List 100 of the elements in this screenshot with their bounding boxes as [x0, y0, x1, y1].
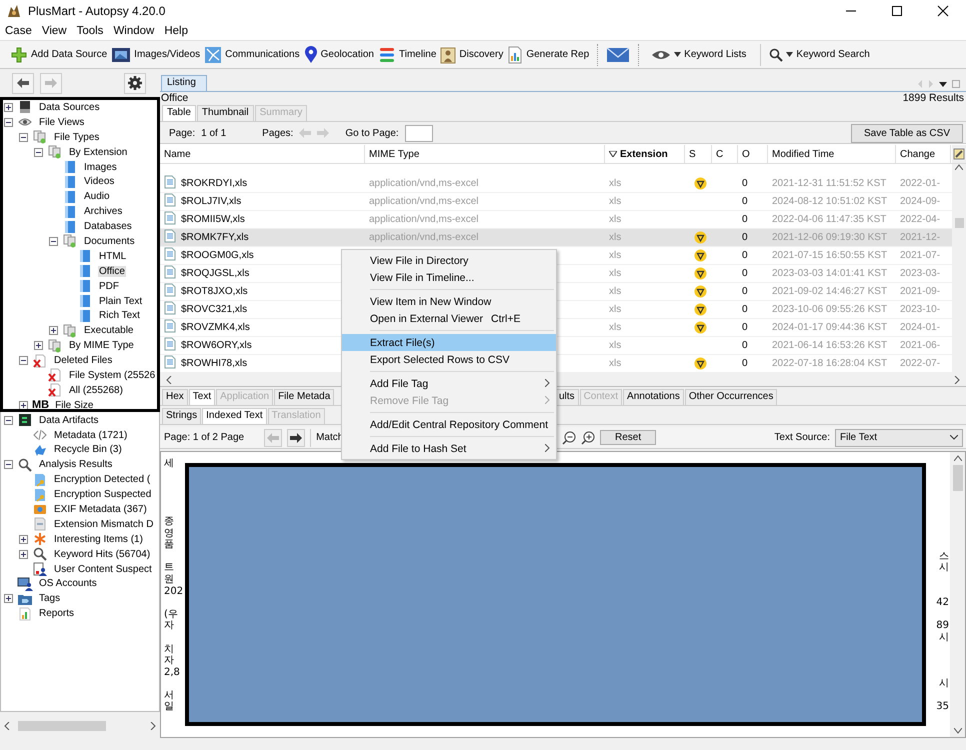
tree-item[interactable]: Executable — [83, 325, 134, 336]
page-input[interactable] — [404, 124, 433, 142]
expand-toggle[interactable] — [34, 341, 43, 350]
expand-toggle[interactable] — [19, 132, 28, 142]
toolbar-button[interactable]: Timeline — [376, 42, 438, 66]
zoom-in-icon[interactable] — [581, 430, 595, 444]
tab[interactable]: Thumbnail — [196, 105, 254, 121]
expand-toggle[interactable] — [19, 356, 28, 366]
tab[interactable]: Other Occurrences — [684, 389, 778, 405]
menu-item[interactable]: Export Selected Rows to CSV — [342, 351, 556, 368]
menu-item[interactable]: Open in External Viewer Ctrl+E — [342, 310, 556, 327]
column-header[interactable]: Change — [896, 145, 951, 163]
tree-item[interactable]: Plain Text — [98, 296, 144, 307]
toolbar-button[interactable]: Generate Rep — [505, 42, 592, 66]
tree-item[interactable]: Recycle Bin (3) — [53, 444, 123, 456]
tab[interactable]: Table — [162, 105, 196, 121]
expand-toggle[interactable] — [49, 326, 58, 336]
tree-item[interactable]: PDF — [98, 280, 120, 292]
tree-item[interactable]: Encryption Suspected — [53, 489, 152, 500]
tab[interactable]: Indexed Text — [202, 408, 267, 424]
tree-item[interactable]: Tags — [38, 593, 62, 604]
expand-toggle[interactable] — [4, 594, 13, 604]
next-page-button[interactable] — [287, 428, 306, 446]
expand-toggle[interactable] — [4, 460, 13, 470]
tree-item[interactable]: Videos — [83, 176, 116, 188]
toolbar-button[interactable]: Keyword Lists — [649, 42, 748, 66]
tree-item[interactable]: User Content Suspect — [53, 564, 153, 575]
toolbar-button[interactable]: Add Data Source — [8, 42, 110, 66]
menu-item[interactable]: View File in Directory — [342, 252, 556, 269]
table-row[interactable]: $ROLJ7IV,xls application/vnd,ms-excel xls 0 2024-08-12 10:51:02 KST 2024-09- — [160, 193, 952, 211]
tree-item[interactable]: Encryption Detected ( — [53, 474, 152, 486]
tab[interactable]: File Metada — [274, 389, 334, 405]
tab[interactable]: Hex — [162, 389, 188, 405]
column-chooser-icon[interactable] — [953, 148, 965, 160]
menu-item[interactable]: Tools — [72, 25, 108, 37]
tree-item[interactable]: Analysis Results — [38, 459, 114, 470]
tree-item[interactable]: File Size — [54, 400, 94, 411]
menu-item[interactable]: View File in Timeline... — [342, 269, 556, 286]
menu-item[interactable]: Case — [0, 25, 37, 37]
tree-item[interactable]: Data Artifacts — [38, 414, 100, 426]
tree-item[interactable]: Data Sources — [38, 102, 101, 113]
toolbar-button[interactable]: Geolocation — [302, 42, 376, 66]
column-header[interactable]: MIME Type — [365, 145, 605, 163]
tree-item[interactable]: Databases — [83, 221, 133, 232]
tree-item[interactable]: Interesting Items (1) — [53, 534, 144, 545]
tree-item[interactable]: Reports — [38, 608, 76, 620]
scroll-thumb[interactable] — [954, 218, 964, 228]
scroll-thumb[interactable] — [952, 465, 962, 491]
tree-item[interactable]: Keyword Hits (56704) — [53, 548, 152, 560]
expand-toggle[interactable] — [34, 148, 43, 157]
maximize-button[interactable] — [891, 5, 903, 17]
back-button[interactable] — [12, 72, 34, 94]
tree-item[interactable]: All (255268) — [68, 384, 124, 396]
tree-item[interactable]: Office — [98, 266, 126, 277]
tree-item[interactable]: HTML — [98, 250, 128, 262]
menu-item[interactable]: Help — [159, 25, 193, 37]
toolbar-button[interactable]: Keyword Search — [767, 42, 872, 66]
menu-item[interactable]: View — [36, 25, 72, 37]
tab[interactable]: Text — [188, 389, 216, 405]
tree-item[interactable]: Images — [83, 162, 118, 172]
tree-item[interactable]: Metadata (1721) — [53, 430, 128, 441]
tree-item[interactable]: File Types — [53, 132, 100, 143]
tree-item[interactable]: File Views — [38, 116, 86, 128]
column-header[interactable]: Name — [160, 145, 365, 163]
table-row[interactable]: $ROKRDYI,xls application/vnd,ms-excel xls 0 2021-12-31 11:51:52 KST 2022-01- — [160, 175, 952, 193]
tab[interactable]: ults — [555, 389, 579, 405]
tree-item[interactable]: Audio — [83, 191, 111, 202]
column-header[interactable]: Extension — [605, 145, 685, 163]
expand-toggle[interactable] — [4, 118, 13, 127]
zoom-out-icon[interactable] — [562, 430, 576, 444]
expand-toggle[interactable] — [49, 236, 58, 246]
toolbar-button[interactable]: Images/Videos — [109, 42, 202, 66]
settings-button[interactable] — [124, 72, 146, 94]
toolbar-button[interactable]: Discovery — [438, 42, 506, 66]
tree-item[interactable]: OS Accounts — [38, 578, 98, 590]
text-source-dropdown[interactable]: File Text — [835, 428, 963, 446]
expand-toggle[interactable] — [19, 534, 28, 544]
tree-item[interactable]: File System (25526 — [68, 370, 156, 381]
expand-toggle[interactable] — [4, 102, 13, 112]
tree-item[interactable]: Extension Mismatch D — [53, 518, 154, 530]
menu-item[interactable]: View Item in New Window — [342, 293, 556, 310]
menu-item[interactable]: Add File Tag — [342, 375, 556, 392]
table-row[interactable]: $ROMK7FY,xls application/vnd,ms-excel xls 0 2021-12-06 09:19:30 KST 2021-12- — [160, 229, 952, 247]
tab[interactable]: Strings — [162, 408, 202, 424]
column-header[interactable]: C — [712, 145, 738, 163]
menu-item[interactable]: Extract File(s) — [342, 334, 556, 351]
reset-button[interactable]: Reset — [600, 430, 656, 445]
column-header[interactable]: O — [738, 145, 768, 163]
menu-item[interactable]: Window — [108, 25, 160, 37]
close-button[interactable] — [937, 5, 949, 17]
menu-item[interactable]: Add File to Hash Set — [342, 440, 556, 457]
tree-item[interactable]: EXIF Metadata (367) — [53, 504, 148, 515]
toolbar-button[interactable]: Communications — [202, 42, 302, 66]
tree-item[interactable]: Documents — [83, 236, 136, 247]
vertical-scrollbar[interactable] — [950, 452, 965, 737]
vertical-scrollbar[interactable] — [952, 164, 966, 373]
tree-item[interactable]: By Extension — [68, 146, 128, 158]
expand-toggle[interactable] — [19, 550, 28, 559]
tree-item[interactable]: Deleted Files — [53, 355, 114, 366]
save-button[interactable]: Save Table as CSV — [851, 124, 963, 142]
